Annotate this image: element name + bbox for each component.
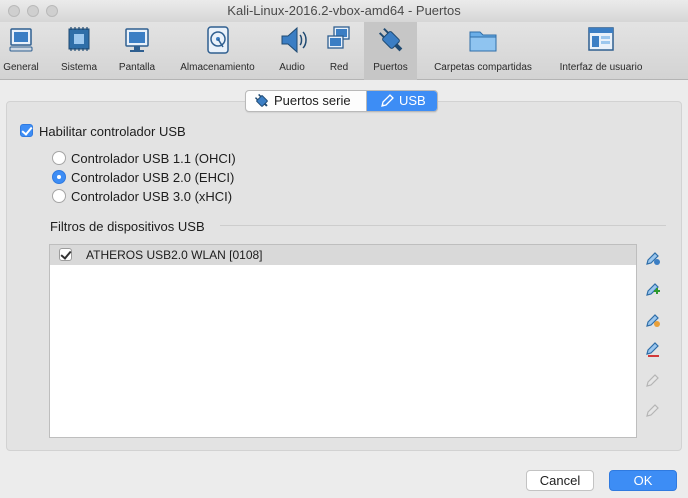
add-empty-filter-button[interactable]: [644, 249, 662, 267]
toolbar-item-general[interactable]: General: [0, 22, 42, 80]
radio-usb-1-1-label: Controlador USB 1.1 (OHCI): [71, 151, 236, 166]
cancel-button[interactable]: Cancel: [526, 470, 594, 491]
toolbar-item-puertos[interactable]: Puertos: [364, 22, 417, 80]
enable-usb-label: Habilitar controlador USB: [39, 124, 186, 139]
settings-toolbar: General Sistema Pantalla Almacenamiento: [0, 22, 688, 80]
toolbar-item-red[interactable]: Red: [321, 22, 357, 80]
serial-port-icon: [254, 93, 268, 107]
usb-edit-filter-icon: [646, 314, 660, 327]
add-filter-from-device-button[interactable]: [644, 280, 662, 298]
radio-usb-2-0[interactable]: [52, 170, 66, 184]
filter-name: ATHEROS USB2.0 WLAN [0108]: [86, 248, 263, 262]
tab-usb[interactable]: USB: [367, 91, 437, 111]
plug-icon: [378, 27, 402, 52]
folder-icon: [469, 31, 497, 52]
minimize-window-button[interactable]: [27, 5, 39, 17]
toolbar-item-almacenamiento[interactable]: Almacenamiento: [174, 22, 261, 80]
monitor-general-icon: [9, 28, 33, 52]
speaker-icon: [281, 26, 307, 54]
network-icon: [327, 26, 350, 49]
edit-filter-button[interactable]: [644, 311, 662, 329]
usb-pen-icon: [381, 94, 394, 107]
usb-add-empty-filter-icon: [646, 252, 660, 265]
filters-heading: Filtros de dispositivos USB: [50, 219, 205, 234]
radio-usb-2-0-label: Controlador USB 2.0 (EHCI): [71, 170, 235, 185]
toolbar-item-sistema[interactable]: Sistema: [57, 22, 101, 80]
enable-usb-checkbox[interactable]: [20, 124, 33, 137]
chip-icon: [68, 27, 90, 51]
toolbar-item-interfaz-de-usuario[interactable]: Interfaz de usuario: [553, 22, 649, 80]
usb-move-down-icon: [646, 404, 659, 417]
close-window-button[interactable]: [8, 5, 20, 17]
ok-button[interactable]: OK: [609, 470, 677, 491]
radio-usb-3-0-label: Controlador USB 3.0 (xHCI): [71, 189, 233, 204]
window-title: Kali-Linux-2016.2-vbox-amd64 - Puertos: [227, 3, 461, 18]
toolbar-item-audio[interactable]: Audio: [273, 22, 311, 80]
disk-icon: [206, 26, 229, 54]
filter-enabled-checkbox[interactable]: [59, 248, 72, 261]
window-ui-icon: [588, 27, 614, 51]
radio-usb-3-0[interactable]: [52, 189, 66, 203]
filters-separator: [220, 225, 666, 226]
toolbar-item-carpetas-compartidas[interactable]: Carpetas compartidas: [427, 22, 539, 80]
usb-remove-filter-icon: [646, 342, 659, 357]
port-tabs: Puertos serie USB: [245, 90, 438, 112]
zoom-window-button[interactable]: [46, 5, 58, 17]
display-icon: [125, 28, 149, 52]
usb-filter-list[interactable]: ATHEROS USB2.0 WLAN [0108]: [49, 244, 637, 438]
move-filter-up-button[interactable]: [644, 371, 662, 389]
usb-add-from-device-icon: [646, 283, 660, 296]
toolbar-item-pantalla[interactable]: Pantalla: [114, 22, 160, 80]
usb-move-up-icon: [646, 374, 659, 387]
list-item[interactable]: ATHEROS USB2.0 WLAN [0108]: [50, 245, 636, 265]
tab-puertos-serie[interactable]: Puertos serie: [246, 91, 367, 111]
title-bar: Kali-Linux-2016.2-vbox-amd64 - Puertos: [0, 0, 688, 22]
move-filter-down-button[interactable]: [644, 401, 662, 419]
remove-filter-button[interactable]: [644, 341, 662, 359]
radio-usb-1-1[interactable]: [52, 151, 66, 165]
